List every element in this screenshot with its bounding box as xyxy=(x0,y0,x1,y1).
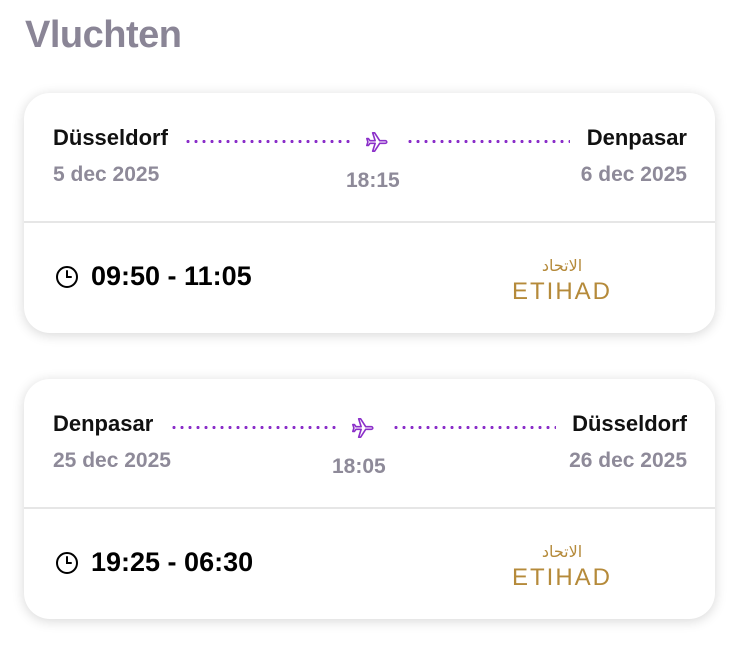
clock-icon xyxy=(56,265,78,288)
arrival-date: 26 dec 2025 xyxy=(569,449,687,472)
route-line-left xyxy=(170,426,336,429)
flight-route: Düsseldorf 5 dec 2025 18:15 Denpasar 6 d… xyxy=(24,93,715,223)
route-line-right xyxy=(392,426,556,429)
arrival-city: Denpasar xyxy=(586,125,687,150)
airline-logo: الاتحاد ETIHAD xyxy=(512,256,612,305)
flight-card[interactable]: Düsseldorf 5 dec 2025 18:15 Denpasar 6 d… xyxy=(24,93,715,333)
airline-logo-name: ETIHAD xyxy=(512,278,612,305)
flight-card[interactable]: Denpasar 25 dec 2025 18:05 Düsseldorf 26… xyxy=(24,379,715,619)
flight-time-range: 09:50 - 11:05 xyxy=(91,261,252,291)
flight-route: Denpasar 25 dec 2025 18:05 Düsseldorf 26… xyxy=(24,379,715,509)
page-title: Vluchten xyxy=(25,14,182,56)
arrival-city: Düsseldorf xyxy=(572,411,687,436)
flight-times: 09:50 - 11:05 xyxy=(55,261,252,292)
route-line-right xyxy=(406,140,570,143)
flight-times: 19:25 - 06:30 xyxy=(55,547,253,578)
clock-icon xyxy=(56,551,78,574)
flight-time-range: 19:25 - 06:30 xyxy=(91,547,254,577)
departure-date: 5 dec 2025 xyxy=(53,163,160,186)
airline-logo: الاتحاد ETIHAD xyxy=(512,542,612,591)
flight-duration: 18:05 xyxy=(332,455,386,478)
departure-date: 25 dec 2025 xyxy=(53,449,171,472)
departure-city: Düsseldorf xyxy=(53,125,168,150)
arrival-date: 6 dec 2025 xyxy=(580,163,687,186)
airline-logo-arabic: الاتحاد xyxy=(542,542,582,561)
flight-duration: 18:15 xyxy=(346,169,400,192)
plane-icon xyxy=(366,131,388,153)
airline-logo-arabic: الاتحاد xyxy=(542,256,582,275)
route-line-left xyxy=(184,140,350,143)
airline-logo-name: ETIHAD xyxy=(512,564,612,591)
plane-icon xyxy=(352,417,374,439)
departure-city: Denpasar xyxy=(53,411,154,436)
